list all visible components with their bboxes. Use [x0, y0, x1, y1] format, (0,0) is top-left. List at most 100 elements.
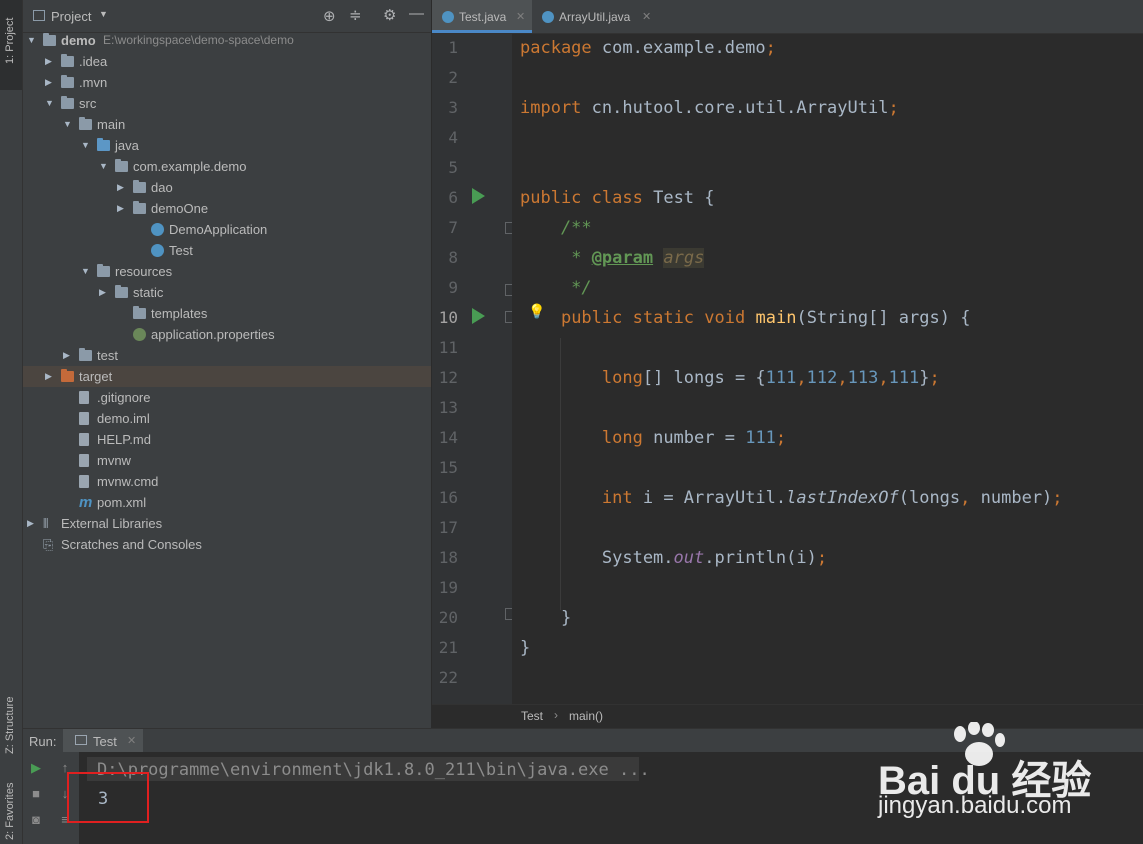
close-icon[interactable]: ✕	[642, 0, 651, 34]
run-class-icon[interactable]	[472, 188, 485, 204]
tree-item-label: static	[133, 285, 164, 300]
gear-icon[interactable]: ⚙	[383, 6, 396, 24]
folder-icon	[61, 96, 74, 109]
chevron-down-icon[interactable]: ▼	[27, 30, 37, 51]
tree-item[interactable]: ▼ main	[23, 114, 431, 135]
package-icon	[133, 180, 146, 193]
tree-item[interactable]: ▼ demo E:\workingspace\demo-space\demo	[23, 30, 431, 51]
tree-item[interactable]: m pom.xml	[23, 492, 431, 513]
tree-item[interactable]: DemoApplication	[23, 219, 431, 240]
class-icon	[442, 11, 454, 23]
tree-item[interactable]: ⎘ Scratches and Consoles	[23, 534, 431, 555]
code-line: long[] longs = {111,112,113,111};	[601, 368, 940, 388]
line-number: 1	[448, 38, 458, 57]
tree-item[interactable]: ▶ target	[23, 366, 431, 387]
class-icon	[151, 244, 164, 257]
tree-item-label: pom.xml	[97, 495, 147, 510]
tab-arrayutil-java[interactable]: ArrayUtil.java ✕	[534, 0, 658, 33]
chevron-right-icon[interactable]: ▶	[63, 345, 73, 366]
chevron-right-icon[interactable]: ▶	[117, 177, 127, 198]
chevron-right-icon[interactable]: ▶	[45, 72, 55, 93]
chevron-right-icon[interactable]: ▶	[27, 513, 37, 534]
project-view-title[interactable]: Project	[51, 9, 91, 24]
close-icon[interactable]: ✕	[516, 0, 525, 34]
tree-item-label: demo.iml	[97, 411, 150, 426]
chevron-right-icon[interactable]: ▶	[99, 282, 109, 303]
tree-item[interactable]: demo.iml	[23, 408, 431, 429]
tree-item[interactable]: ▶ .idea	[23, 51, 431, 72]
folder-icon	[133, 306, 146, 319]
breadcrumb-method[interactable]: main()	[569, 709, 603, 723]
tree-item-label: templates	[151, 306, 208, 321]
tree-item[interactable]: mvnw.cmd	[23, 471, 431, 492]
tree-item[interactable]: ▶ ⫴ External Libraries	[23, 513, 431, 534]
line-number: 16	[438, 488, 458, 507]
tree-item[interactable]: ▼ src	[23, 93, 431, 114]
favorites-tool-tab[interactable]: 2: Favorites	[0, 760, 22, 844]
run-main-icon[interactable]	[472, 308, 485, 324]
tree-item[interactable]: application.properties	[23, 324, 431, 345]
tree-item[interactable]: HELP.md	[23, 429, 431, 450]
locate-icon[interactable]: ⊕	[323, 7, 336, 25]
tree-item[interactable]: mvnw	[23, 450, 431, 471]
code-line: package com.example.demo;	[520, 38, 776, 58]
console-command: D:\programme\environment\jdk1.8.0_211\bi…	[97, 760, 650, 780]
project-view-icon	[33, 10, 45, 21]
file-icon	[79, 391, 89, 404]
tree-item[interactable]: ▼ java	[23, 135, 431, 156]
camera-icon[interactable]: ◙	[28, 812, 44, 828]
rerun-icon[interactable]: ▶	[28, 760, 44, 776]
tree-item[interactable]: ▶ .mvn	[23, 72, 431, 93]
chevron-down-icon[interactable]: ▼	[81, 261, 91, 282]
project-tool-tab[interactable]: 1: Project	[0, 0, 22, 90]
structure-tool-tab[interactable]: Z: Structure	[0, 670, 22, 760]
chevron-down-icon[interactable]: ▼	[63, 114, 73, 135]
chevron-down-icon[interactable]: ▼	[99, 156, 109, 177]
tree-item[interactable]: .gitignore	[23, 387, 431, 408]
run-tab-test[interactable]: Test ✕	[63, 729, 143, 753]
folder-icon	[43, 33, 56, 46]
line-number: 4	[448, 128, 458, 147]
folder-icon	[61, 75, 74, 88]
line-number: 9	[448, 278, 458, 297]
chevron-down-icon[interactable]: ▼	[99, 9, 108, 19]
chevron-right-icon[interactable]: ▶	[45, 366, 55, 387]
chevron-down-icon[interactable]: ▼	[45, 93, 55, 114]
code-line: System.out.println(i);	[520, 548, 828, 568]
tree-item-label: dao	[151, 180, 173, 195]
chevron-down-icon[interactable]: ▼	[81, 135, 91, 156]
tree-item[interactable]: ▶ test	[23, 345, 431, 366]
file-icon	[79, 412, 89, 425]
folder-icon	[79, 348, 92, 361]
line-number: 21	[438, 638, 458, 657]
file-icon	[79, 433, 89, 446]
chevron-right-icon[interactable]: ▶	[117, 198, 127, 219]
tree-item[interactable]: ▶ demoOne	[23, 198, 431, 219]
line-number: 14	[438, 428, 458, 447]
tree-item[interactable]: ▶ dao	[23, 177, 431, 198]
tree-item[interactable]: templates	[23, 303, 431, 324]
console-icon	[75, 735, 87, 745]
hide-panel-icon[interactable]: —	[409, 5, 424, 22]
tree-item-path: E:\workingspace\demo-space\demo	[103, 33, 294, 47]
line-number: 12	[438, 368, 458, 387]
chevron-right-icon[interactable]: ▶	[45, 51, 55, 72]
tab-test-java[interactable]: Test.java ✕	[432, 0, 532, 33]
code-editor[interactable]: 💡 package com.example.demo; import cn.hut…	[512, 34, 1143, 704]
stop-icon[interactable]: ■	[28, 786, 44, 802]
tree-item-label: application.properties	[151, 327, 275, 342]
tree-item[interactable]: ▼ resources	[23, 261, 431, 282]
folder-icon	[115, 285, 128, 298]
collapse-all-icon[interactable]: ≑	[349, 6, 362, 24]
tree-item-label: Scratches and Consoles	[61, 537, 202, 552]
code-line: }	[520, 638, 531, 658]
tree-item[interactable]: ▶ static	[23, 282, 431, 303]
file-icon	[79, 454, 89, 467]
tree-item-label: com.example.demo	[133, 159, 247, 174]
run-label: Run:	[29, 734, 57, 749]
breadcrumb-class[interactable]: Test	[521, 709, 543, 723]
tree-item[interactable]: ▼ com.example.demo	[23, 156, 431, 177]
tree-item[interactable]: Test	[23, 240, 431, 261]
close-icon[interactable]: ✕	[127, 734, 136, 747]
line-number: 19	[438, 578, 458, 597]
